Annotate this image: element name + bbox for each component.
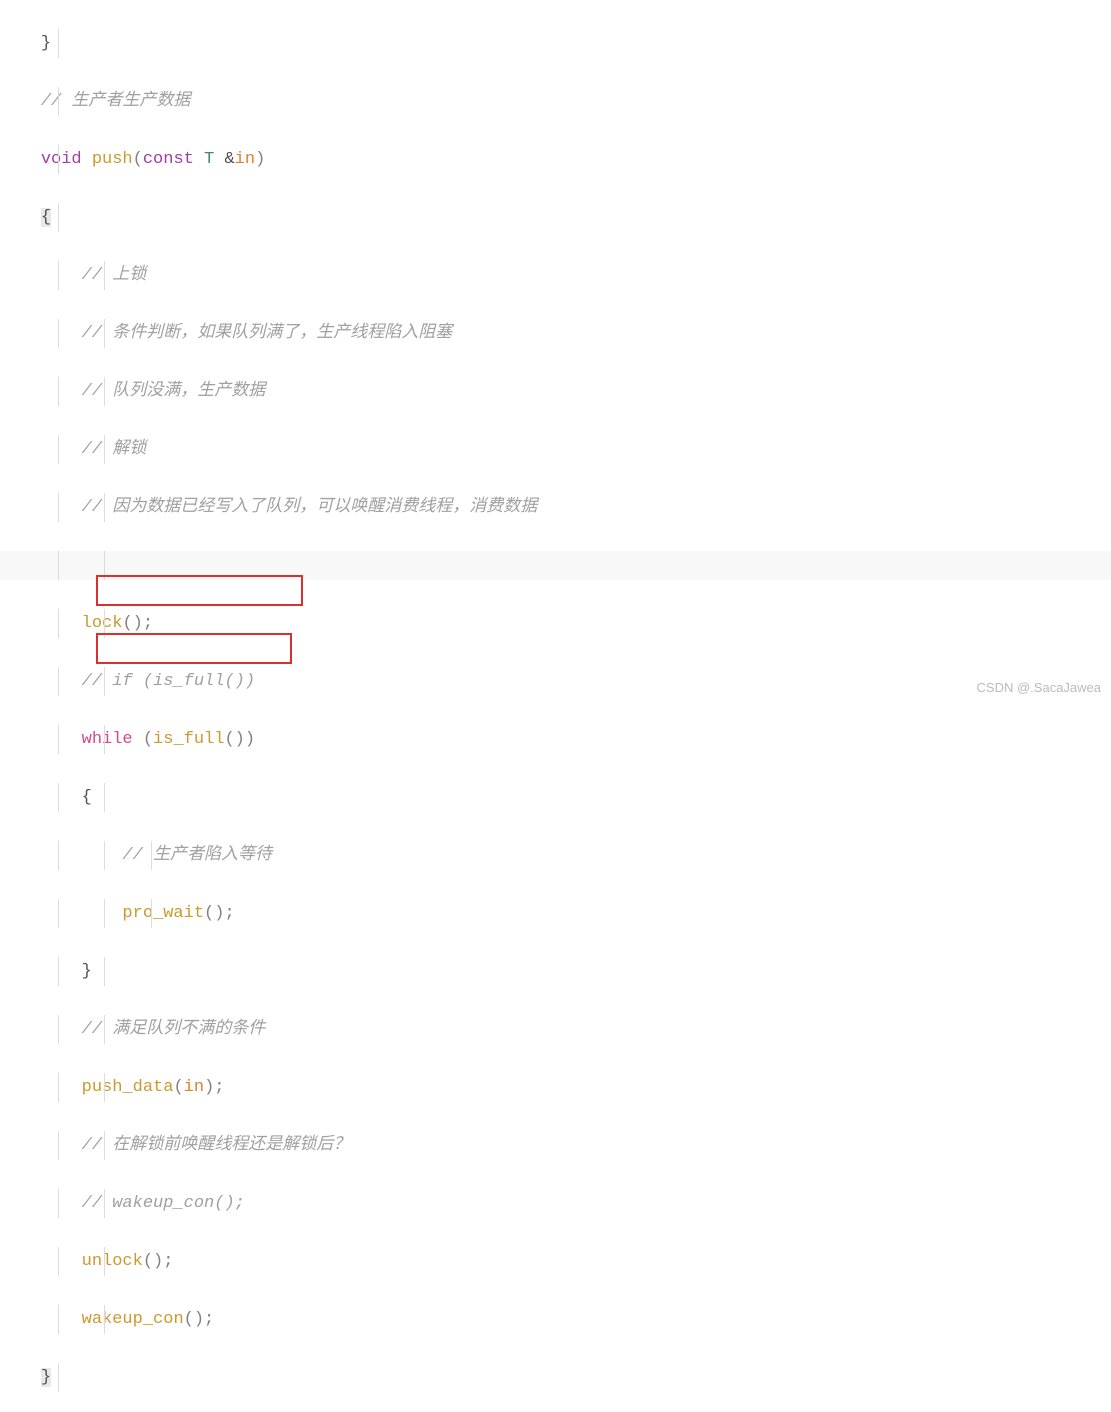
code-line: unlock(); [0,1247,1111,1276]
comment: // 上锁 [82,266,147,285]
keyword-void: void [41,150,82,169]
function-call: lock [82,614,123,633]
comment-boxed: // wakeup_con(); [82,1194,245,1213]
code-line: pro_wait(); [0,899,1111,928]
function-call: unlock [82,1252,143,1271]
code-line: wakeup_con(); [0,1305,1111,1334]
function-name: push [92,150,133,169]
comment: // 因为数据已经写入了队列，可以唤醒消费线程，消费数据 [82,498,538,517]
comment: // 满足队列不满的条件 [82,1020,266,1039]
param: in [235,150,255,169]
code-line: // 解锁 [0,435,1111,464]
comment: // 条件判断，如果队列满了，生产线程陷入阻塞 [82,324,453,343]
code-line: } [0,29,1111,58]
code-line: { [0,783,1111,812]
comment: // 队列没满，生产数据 [82,382,266,401]
brace: } [41,1368,51,1387]
code-line: } [0,957,1111,986]
code-block: } // 生产者生产数据 void push(const T &in) { //… [0,0,1111,1412]
param: in [184,1078,204,1097]
code-line: { [0,203,1111,232]
brace: } [82,962,92,981]
code-line: // 满足队列不满的条件 [0,1015,1111,1044]
function-call-boxed: wakeup_con [82,1310,184,1329]
code-line: // wakeup_con(); [0,1189,1111,1218]
code-line: // 上锁 [0,261,1111,290]
brace: { [41,208,51,227]
type: T [204,150,214,169]
keyword-while: while [82,730,133,749]
comment: // 在解锁前唤醒线程还是解锁后？ [82,1136,351,1155]
brace: { [82,788,92,807]
code-line: } [0,1363,1111,1392]
comment: // if (is_full()) [82,672,255,691]
code-line: // 在解锁前唤醒线程还是解锁后？ [0,1131,1111,1160]
code-line: // if (is_full()) [0,667,1111,696]
code-line: void push(const T &in) [0,145,1111,174]
code-line: // 因为数据已经写入了队列，可以唤醒消费线程，消费数据 [0,493,1111,522]
function-call: is_full [153,730,224,749]
code-line: lock(); [0,609,1111,638]
watermark: CSDN @.SacaJawea [977,673,1101,702]
brace: } [41,34,51,53]
code-line: // 生产者陷入等待 [0,841,1111,870]
function-call: push_data [82,1078,174,1097]
function-call: pro_wait [122,904,204,923]
comment: // 生产者生产数据 [41,92,191,111]
comment: // 生产者陷入等待 [122,846,272,865]
comment: // 解锁 [82,440,147,459]
code-line: push_data(in); [0,1073,1111,1102]
code-line: // 生产者生产数据 [0,87,1111,116]
code-line: while (is_full()) [0,725,1111,754]
keyword-const: const [143,150,194,169]
code-line: // 队列没满，生产数据 [0,377,1111,406]
code-line [0,551,1111,580]
code-line: // 条件判断，如果队列满了，生产线程陷入阻塞 [0,319,1111,348]
